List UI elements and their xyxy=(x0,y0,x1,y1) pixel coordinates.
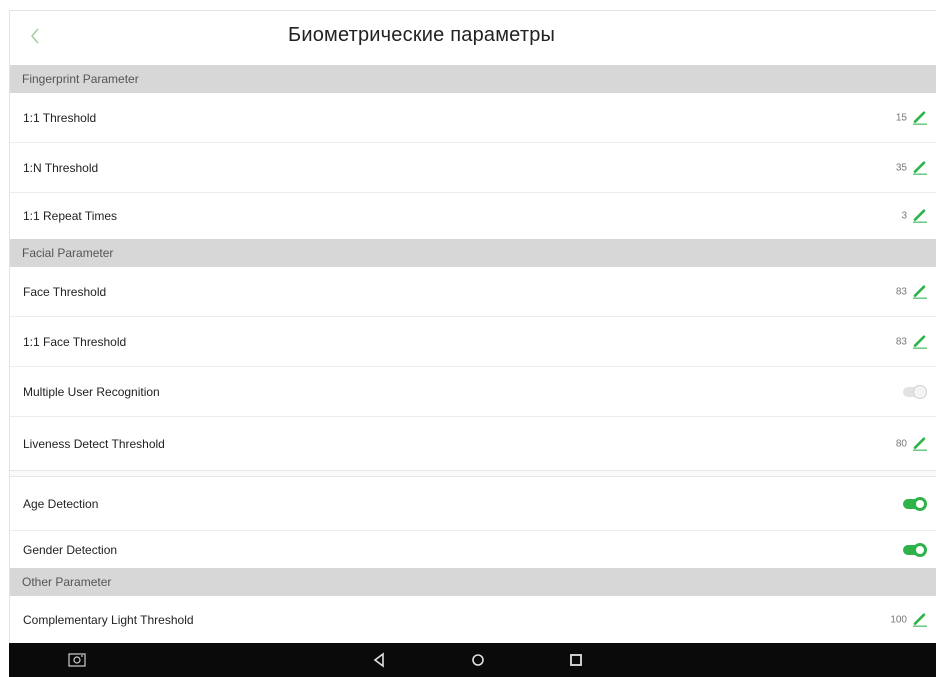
row-label: Age Detection xyxy=(23,496,99,511)
toggle-knob xyxy=(913,384,927,399)
screenshot-icon[interactable] xyxy=(67,650,87,670)
row-multiple-user-recognition[interactable]: Multiple User Recognition xyxy=(10,367,936,417)
page-title: Биометрические параметры xyxy=(288,24,556,46)
row-label: Multiple User Recognition xyxy=(23,384,160,399)
home-circle-icon[interactable] xyxy=(468,650,488,670)
row-1-1-face-threshold[interactable]: 1:1 Face Threshold 83 xyxy=(10,317,936,367)
row-label: 1:N Threshold xyxy=(23,160,99,175)
row-1-1-threshold[interactable]: 1:1 Threshold 15 xyxy=(10,93,936,143)
toggle-knob xyxy=(913,496,927,511)
edit-pencil-icon[interactable] xyxy=(912,207,928,223)
recents-square-icon[interactable] xyxy=(566,650,586,670)
row-age-detection[interactable]: Age Detection xyxy=(10,477,936,531)
row-1-n-threshold[interactable]: 1:N Threshold 35 xyxy=(10,143,936,193)
row-label: Liveness Detect Threshold xyxy=(23,436,165,451)
row-label: Face Threshold xyxy=(23,284,107,299)
edit-pencil-icon[interactable] xyxy=(912,158,928,175)
row-complementary-light-threshold[interactable]: Complementary Light Threshold 100 xyxy=(10,596,936,644)
row-label: Gender Detection xyxy=(23,542,118,557)
row-value: 80 xyxy=(895,438,907,449)
age-detection-toggle[interactable] xyxy=(903,496,927,511)
edit-pencil-icon[interactable] xyxy=(912,108,928,125)
section-header-facial: Facial Parameter xyxy=(10,239,936,267)
toggle-knob xyxy=(913,542,927,557)
row-liveness-detect-threshold[interactable]: Liveness Detect Threshold 80 xyxy=(10,417,936,470)
edit-pencil-icon[interactable] xyxy=(912,434,928,451)
row-label: 1:1 Face Threshold xyxy=(23,334,127,349)
row-value: 83 xyxy=(895,286,907,297)
chevron-left-icon[interactable] xyxy=(25,25,47,47)
edit-pencil-icon[interactable] xyxy=(912,611,928,627)
row-label: 1:1 Repeat Times xyxy=(23,209,118,223)
system-navigation-bar xyxy=(9,643,936,677)
row-label: 1:1 Threshold xyxy=(23,110,97,125)
back-triangle-icon[interactable] xyxy=(369,650,389,670)
row-value: 35 xyxy=(895,162,907,173)
row-1-1-repeat-times[interactable]: 1:1 Repeat Times 3 xyxy=(10,193,936,239)
row-value: 15 xyxy=(895,112,907,123)
edit-pencil-icon[interactable] xyxy=(912,332,928,349)
gender-detection-toggle[interactable] xyxy=(903,542,927,557)
multiple-user-recognition-toggle[interactable] xyxy=(903,384,927,399)
row-face-threshold[interactable]: Face Threshold 83 xyxy=(10,267,936,317)
row-gender-detection[interactable]: Gender Detection xyxy=(10,531,936,568)
row-label: Complementary Light Threshold xyxy=(23,613,194,627)
section-header-other: Other Parameter xyxy=(10,568,936,596)
divider xyxy=(10,470,936,477)
header: Биометрические параметры xyxy=(10,11,936,65)
row-value: 83 xyxy=(895,336,907,347)
edit-pencil-icon[interactable] xyxy=(912,282,928,299)
section-header-fingerprint: Fingerprint Parameter xyxy=(10,65,936,93)
row-value: 3 xyxy=(901,210,907,222)
settings-screen: Биометрические параметры Fingerprint Par… xyxy=(9,10,936,677)
row-value: 100 xyxy=(890,614,907,626)
